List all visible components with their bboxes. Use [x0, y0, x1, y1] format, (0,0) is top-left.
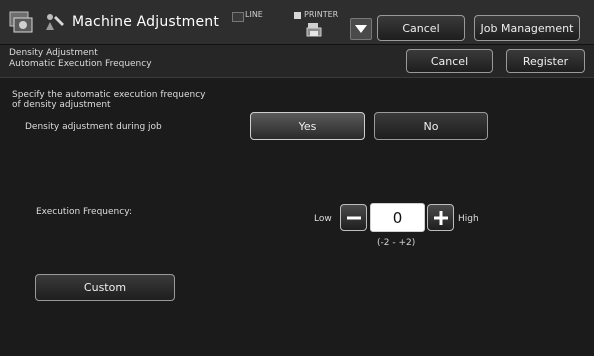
custom-button[interactable]: Custom — [35, 274, 175, 301]
increase-button[interactable] — [427, 204, 454, 231]
low-label: Low — [314, 214, 332, 224]
printer-icon — [306, 22, 322, 38]
header-bar: Machine Adjustment LINE PRINTER Cancel J… — [0, 0, 594, 45]
subheader-cancel-button[interactable]: Cancel — [406, 49, 493, 73]
register-button[interactable]: Register — [506, 49, 585, 73]
cancel-button[interactable]: Cancel — [377, 15, 465, 41]
subheader-bar: Density Adjustment Automatic Execution F… — [0, 45, 594, 78]
line-status-label: LINE — [245, 10, 263, 19]
density-during-job-label: Density adjustment during job — [25, 122, 162, 132]
triangle-down-icon[interactable] — [350, 18, 372, 40]
printer-status-indicator — [294, 12, 301, 19]
decrease-button[interactable] — [340, 204, 367, 231]
execution-frequency-label: Execution Frequency: — [36, 207, 132, 217]
instruction-line-2: of density adjustment — [12, 100, 111, 110]
minus-icon — [347, 216, 361, 220]
instruction-line-1: Specify the automatic execution frequenc… — [12, 90, 206, 100]
printer-status-label: PRINTER — [304, 10, 339, 19]
main-panel: Specify the automatic execution frequenc… — [0, 78, 594, 356]
page-title: Machine Adjustment — [72, 14, 220, 30]
breadcrumb: Density Adjustment Automatic Execution F… — [9, 48, 152, 70]
instruction-text: Specify the automatic execution frequenc… — [12, 90, 205, 110]
frequency-value-field[interactable]: 0 — [370, 203, 425, 232]
breadcrumb-line-2: Automatic Execution Frequency — [9, 59, 152, 69]
wrench-person-icon — [44, 12, 66, 32]
job-management-button[interactable]: Job Management — [474, 15, 580, 41]
plus-icon — [434, 211, 448, 225]
high-label: High — [458, 214, 479, 224]
range-label: (-2 - +2) — [377, 238, 416, 248]
no-button[interactable]: No — [374, 112, 488, 140]
yes-button[interactable]: Yes — [250, 112, 365, 140]
settings-logo-icon — [8, 10, 34, 34]
breadcrumb-line-1: Density Adjustment — [9, 48, 98, 58]
line-status-indicator — [232, 12, 244, 22]
